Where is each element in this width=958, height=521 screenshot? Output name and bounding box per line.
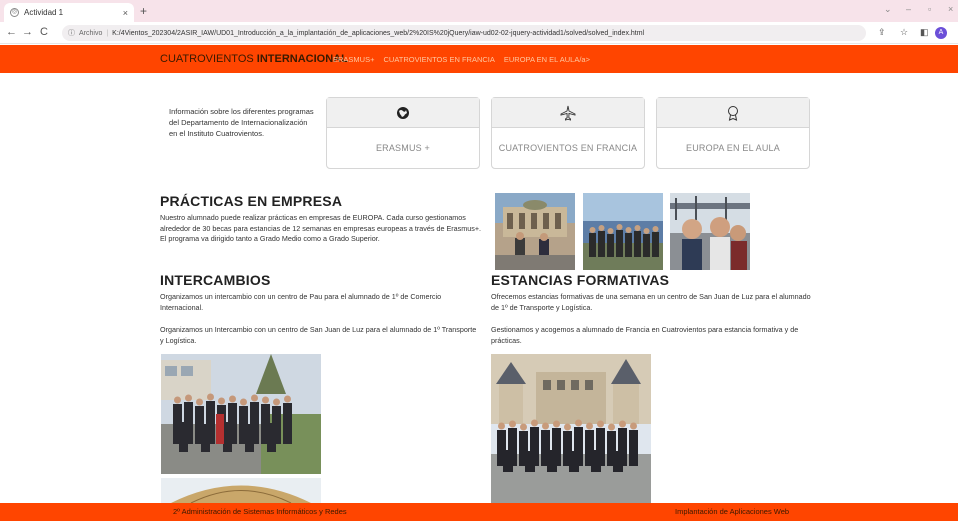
- card-label: ERASMUS +: [327, 128, 479, 168]
- section-title-intercambios: INTERCAMBIOS: [160, 272, 271, 288]
- photo-estancias-group: [491, 354, 651, 503]
- site-navbar: CUATROVIENTOS INTERNACIONAL ERASMUS+ CUA…: [0, 45, 958, 73]
- photo-group-coast: [583, 193, 663, 270]
- photo-selfie-pier: [670, 193, 750, 270]
- new-tab-button[interactable]: +: [140, 4, 147, 18]
- restore-icon[interactable]: ▫: [928, 4, 931, 14]
- nav-link-aula[interactable]: EUROPA EN EL AULA/a>: [504, 55, 590, 64]
- browser-tab-bar: ◎ Actividad 1 × + ⌄ – ▫ ×: [0, 0, 958, 22]
- close-icon[interactable]: ×: [123, 8, 128, 18]
- airplane-icon: [560, 105, 576, 121]
- tab-title: Actividad 1: [24, 8, 64, 17]
- estancias-text-1: Ofrecemos estancias formativas de una se…: [491, 292, 811, 312]
- card-header: [492, 98, 644, 128]
- card-header: [657, 98, 809, 128]
- browser-address-bar: ← → C ⓘ Archivo | K:/4Vientos_202304/2AS…: [0, 22, 958, 44]
- url-path: K:/4Vientos_202304/2ASIR_IAW/UD01_Introd…: [112, 29, 645, 37]
- nav-links: ERASMUS+ CUATROVIENTOS EN FRANCIA EUROPA…: [333, 55, 590, 64]
- bookmark-star-icon[interactable]: ☆: [900, 27, 908, 38]
- section-title-estancias: ESTANCIAS FORMATIVAS: [491, 272, 670, 288]
- photo-umbrella: [161, 478, 321, 503]
- profile-avatar[interactable]: A: [935, 27, 947, 39]
- share-icon[interactable]: ⇪: [878, 27, 886, 38]
- globe-icon: [397, 106, 409, 119]
- footer-left-text: 2º Administración de Sistemas Informátic…: [173, 507, 347, 516]
- url-protocol: Archivo: [79, 29, 103, 37]
- intro-text: Información sobre los diferentes program…: [169, 107, 314, 138]
- forward-icon[interactable]: →: [22, 26, 33, 38]
- nav-link-erasmus[interactable]: ERASMUS+: [333, 55, 374, 64]
- url-separator: |: [106, 29, 109, 37]
- site-brand[interactable]: CUATROVIENTOS INTERNACIONAL: [160, 53, 348, 65]
- card-francia[interactable]: CUATROVIENTOS EN FRANCIA: [491, 97, 645, 169]
- intercambios-text-1: Organizamos un intercambio con un centro…: [160, 292, 442, 312]
- card-erasmus[interactable]: ERASMUS +: [326, 97, 480, 169]
- chevron-down-icon[interactable]: ⌄: [884, 4, 892, 15]
- section-title-practicas: PRÁCTICAS EN EMPRESA: [160, 193, 343, 209]
- card-aula[interactable]: EUROPA EN EL AULA: [656, 97, 810, 169]
- card-label: CUATROVIENTOS EN FRANCIA: [492, 128, 644, 168]
- practicas-text: Nuestro alumnado puede realizar práctica…: [160, 213, 482, 243]
- footer-right-text: Implantación de Aplicaciones Web: [675, 507, 790, 516]
- nav-link-francia[interactable]: CUATROVIENTOS EN FRANCIA: [383, 55, 494, 64]
- card-label: EUROPA EN EL AULA: [657, 128, 809, 168]
- info-icon[interactable]: ⓘ: [68, 28, 75, 38]
- url-input[interactable]: ⓘ Archivo | K:/4Vientos_202304/2ASIR_IAW…: [62, 25, 866, 41]
- globe-icon: ◎: [10, 8, 19, 17]
- photo-intercambio-group: [161, 354, 321, 474]
- intercambios-text-2: Organizamos un Intercambio con un centro…: [160, 325, 477, 345]
- back-icon[interactable]: ←: [6, 26, 17, 38]
- close-window-icon[interactable]: ×: [948, 4, 953, 14]
- brand-light: CUATROVIENTOS: [160, 53, 257, 65]
- site-footer: 2º Administración de Sistemas Informátic…: [0, 503, 958, 521]
- estancias-text-2: Gestionamos y acogemos a alumnado de Fra…: [491, 325, 799, 345]
- sidepanel-icon[interactable]: ◧: [920, 27, 929, 38]
- reload-icon[interactable]: C: [40, 26, 48, 38]
- minimize-icon[interactable]: –: [906, 4, 911, 14]
- award-icon: [728, 105, 738, 121]
- card-header: [327, 98, 479, 128]
- browser-tab[interactable]: ◎ Actividad 1 ×: [4, 3, 134, 22]
- photo-opera-group: [495, 193, 575, 270]
